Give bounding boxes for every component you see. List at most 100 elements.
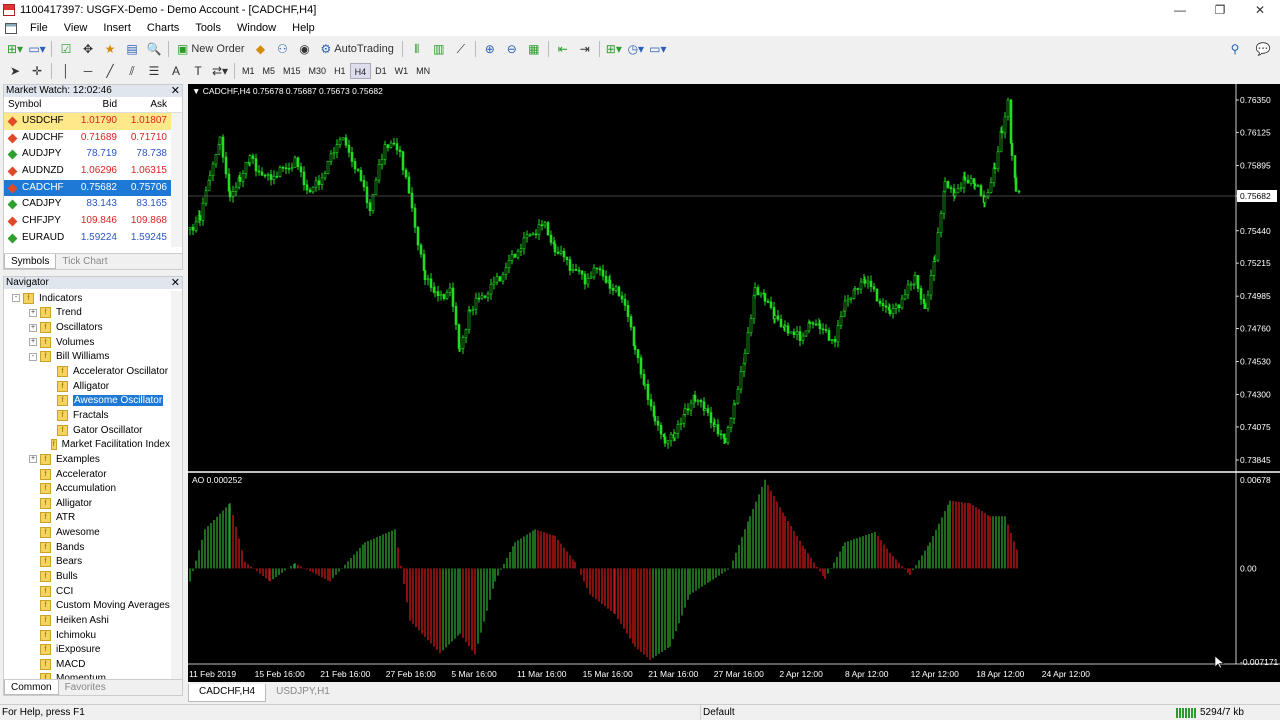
navigator-item[interactable]: f Heiken Ashi [4, 613, 170, 628]
navigator-item[interactable]: + f Volumes [4, 335, 170, 350]
channel-icon[interactable]: ⫽ [123, 62, 141, 80]
expand-icon[interactable]: + [29, 308, 37, 317]
navigator-item[interactable]: f Bands [4, 540, 170, 555]
navigator-item[interactable]: f Gator Oscillator [4, 423, 170, 438]
horizontal-line-icon[interactable]: ─ [79, 62, 97, 80]
tab-common[interactable]: Common [4, 680, 59, 695]
fibonacci-icon[interactable]: ☰ [145, 62, 163, 80]
menu-file[interactable]: File [22, 20, 56, 36]
new-chart-icon[interactable]: ⊞▾ [6, 40, 24, 58]
indicators-icon[interactable]: ⊞▾ [605, 40, 623, 58]
search-icon[interactable]: ⚲ [1226, 40, 1244, 58]
navigator-item[interactable]: + f Trend [4, 306, 170, 321]
table-row[interactable]: AUDNZD 1.06296 1.06315 [4, 163, 182, 180]
tab-symbols[interactable]: Symbols [4, 254, 57, 269]
zoom-in-icon[interactable]: ⊕ [481, 40, 499, 58]
menu-charts[interactable]: Charts [139, 20, 187, 36]
text-icon[interactable]: A [167, 62, 185, 80]
menu-help[interactable]: Help [284, 20, 323, 36]
candlestick-icon[interactable]: ▥ [430, 40, 448, 58]
collapse-icon[interactable]: - [29, 352, 37, 361]
crosshair-icon[interactable]: ✛ [28, 62, 46, 80]
timeframe-m5[interactable]: M5 [259, 63, 280, 79]
timeframe-m15[interactable]: M15 [279, 63, 305, 79]
navigator-scrollbar[interactable] [171, 291, 182, 679]
navigator-item[interactable]: f Accumulation [4, 481, 170, 496]
table-row[interactable]: CHFJPY 109.846 109.868 [4, 213, 182, 230]
maximize-button[interactable]: ❐ [1200, 0, 1240, 20]
timeframe-h1[interactable]: H1 [330, 63, 350, 79]
cursor-icon[interactable]: ➤ [6, 62, 24, 80]
menu-window[interactable]: Window [229, 20, 284, 36]
text-label-icon[interactable]: T [189, 62, 207, 80]
menu-view[interactable]: View [56, 20, 96, 36]
chart-window[interactable]: 0.76350 0.76125 0.75895 0.75682 0.75440 0.752… [188, 84, 1280, 682]
timeframe-mn[interactable]: MN [412, 63, 434, 79]
data-window-icon[interactable]: ✥ [79, 40, 97, 58]
menu-tools[interactable]: Tools [187, 20, 229, 36]
navigator-item[interactable]: f Market Facilitation Index [4, 437, 170, 452]
navigator-item[interactable]: + f Examples [4, 452, 170, 467]
signals-icon[interactable]: ⚇ [274, 40, 292, 58]
navigator-item[interactable]: f Bulls [4, 569, 170, 584]
table-row[interactable]: CADCHF 0.75682 0.75706 [4, 179, 182, 197]
symbol-header[interactable]: Symbol [4, 97, 74, 112]
chat-icon[interactable]: 💬 [1254, 40, 1272, 58]
tab-favorites[interactable]: Favorites [59, 680, 112, 695]
navigator-item[interactable]: f Ichimoku [4, 628, 170, 643]
navigator-icon[interactable]: ★ [101, 40, 119, 58]
tab-tick-chart[interactable]: Tick Chart [56, 254, 113, 269]
chart-tab-cadchf[interactable]: CADCHF,H4 [188, 684, 267, 702]
strategy-tester-icon[interactable]: 🔍 [145, 40, 163, 58]
navigator-item[interactable]: f Awesome [4, 525, 170, 540]
table-row[interactable]: EURAUD 1.59224 1.59245 [4, 230, 182, 247]
navigator-item[interactable]: f Accelerator Oscillator [4, 364, 170, 379]
market-watch-scrollbar[interactable] [171, 113, 182, 247]
table-row[interactable]: CADJPY 83.143 83.165 [4, 196, 182, 213]
table-row[interactable]: AUDCHF 0.71689 0.71710 [4, 130, 182, 147]
expand-icon[interactable]: + [29, 455, 37, 464]
arrows-icon[interactable]: ⇄▾ [211, 62, 229, 80]
chart-tab-usdjpy[interactable]: USDJPY,H1 [266, 684, 340, 702]
periods-icon[interactable]: ◷▾ [627, 40, 645, 58]
close-button[interactable]: ✕ [1240, 0, 1280, 20]
navigator-item[interactable]: f Awesome Oscillator [4, 393, 170, 408]
price-chart-svg[interactable]: 0.76350 0.76125 0.75895 0.75682 0.75440 0.752… [188, 84, 1280, 682]
bid-header[interactable]: Bid [74, 97, 120, 112]
timeframe-h4[interactable]: H4 [349, 63, 372, 79]
navigator-item[interactable]: f Alligator [4, 496, 170, 511]
navigator-item[interactable]: f Custom Moving Averages [4, 598, 170, 613]
navigator-item[interactable]: f ATR [4, 511, 170, 526]
chart-shift-icon[interactable]: ⇥ [576, 40, 594, 58]
navigator-item[interactable]: f CCI [4, 584, 170, 599]
expand-icon[interactable]: + [29, 338, 37, 347]
navigator-item[interactable]: - f Bill Williams [4, 350, 170, 365]
collapse-icon[interactable]: - [12, 294, 20, 303]
navigator-item[interactable]: f Bears [4, 555, 170, 570]
new-order-button[interactable]: ▣ New Order [174, 40, 248, 58]
zoom-out-icon[interactable]: ⊖ [503, 40, 521, 58]
market-watch-icon[interactable]: ☑ [57, 40, 75, 58]
autoscroll-icon[interactable]: ⇤ [554, 40, 572, 58]
system-menu-icon[interactable] [5, 22, 17, 34]
timeframe-m30[interactable]: M30 [305, 63, 331, 79]
table-row[interactable]: USDCHF 1.01790 1.01807 [4, 113, 182, 130]
tile-windows-icon[interactable]: ▦ [525, 40, 543, 58]
navigator-item[interactable]: f Fractals [4, 408, 170, 423]
line-chart-icon[interactable]: ⟋ [452, 40, 470, 58]
timeframe-m1[interactable]: M1 [238, 63, 259, 79]
metaeditor-icon[interactable]: ◆ [252, 40, 270, 58]
navigator-item[interactable]: f iExposure [4, 642, 170, 657]
trendline-icon[interactable]: ╱ [101, 62, 119, 80]
menu-insert[interactable]: Insert [95, 20, 139, 36]
market-icon[interactable]: ◉ [296, 40, 314, 58]
navigator-item[interactable]: f Accelerator [4, 467, 170, 482]
expand-icon[interactable]: + [29, 323, 37, 332]
timeframe-w1[interactable]: W1 [391, 63, 413, 79]
navigator-item[interactable]: f Momentum [4, 672, 170, 679]
navigator-item[interactable]: f MACD [4, 657, 170, 672]
vertical-line-icon[interactable]: │ [57, 62, 75, 80]
profiles-icon[interactable]: ▭▾ [28, 40, 46, 58]
close-icon[interactable]: ✕ [171, 277, 180, 289]
bar-chart-icon[interactable]: ⫴ [408, 40, 426, 58]
